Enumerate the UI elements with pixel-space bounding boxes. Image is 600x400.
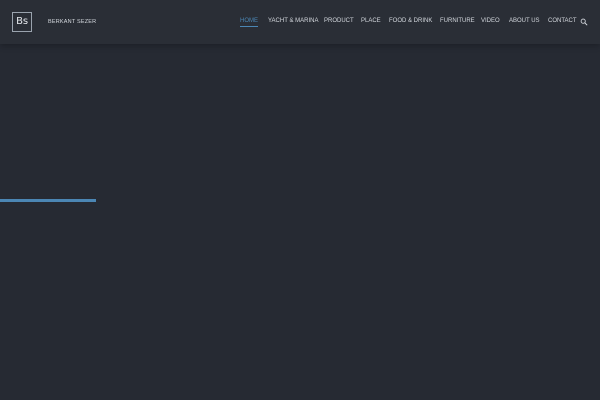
nav-item-yacht-marina[interactable]: YACHT & MARINA bbox=[268, 18, 318, 24]
nav-item-place[interactable]: PLACE bbox=[361, 18, 381, 24]
site-header: Bs BERKANT SEZER HOME YACHT & MARINA PRO… bbox=[0, 0, 600, 44]
main-nav: HOME YACHT & MARINA PRODUCT PLACE FOOD &… bbox=[0, 18, 600, 28]
page: Bs BERKANT SEZER HOME YACHT & MARINA PRO… bbox=[0, 0, 600, 400]
search-icon[interactable] bbox=[580, 18, 588, 26]
nav-item-about-us[interactable]: ABOUT US bbox=[509, 18, 540, 24]
nav-item-contact[interactable]: CONTACT bbox=[548, 18, 577, 24]
loading-progress-fill bbox=[0, 199, 96, 202]
nav-item-video[interactable]: VIDEO bbox=[481, 18, 500, 24]
loading-progress-bar bbox=[0, 199, 600, 202]
nav-item-product[interactable]: PRODUCT bbox=[324, 18, 354, 24]
nav-item-furniture[interactable]: FURNITURE bbox=[440, 18, 475, 24]
nav-item-food-drink[interactable]: FOOD & DRINK bbox=[389, 18, 432, 24]
nav-item-home[interactable]: HOME bbox=[240, 18, 258, 27]
